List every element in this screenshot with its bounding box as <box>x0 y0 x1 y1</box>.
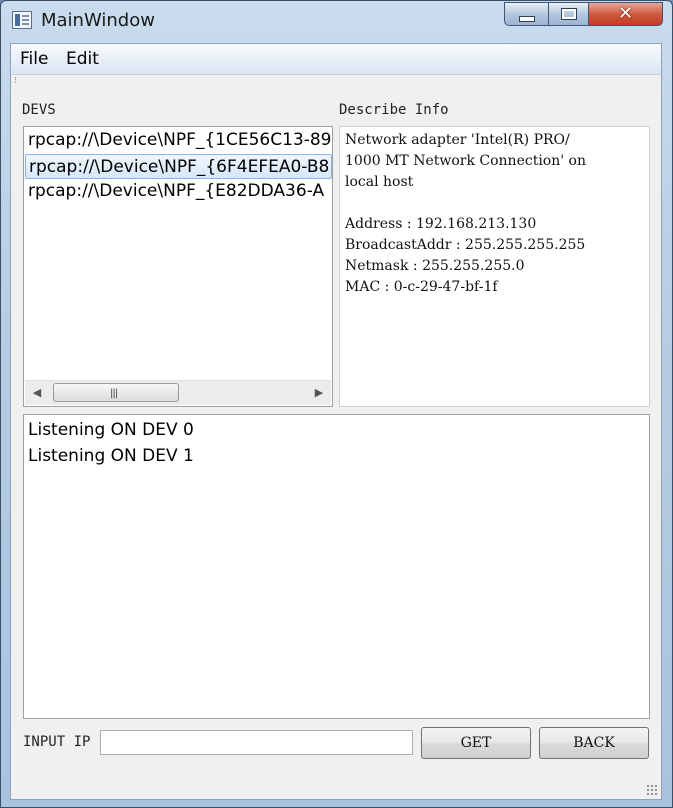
toolbar-grip-icon[interactable]: ⁝ <box>14 76 17 86</box>
device-list[interactable]: rpcap://\Device\NPF_{1CE56C13-89 rpcap:/… <box>23 126 333 407</box>
maximize-icon <box>560 8 577 20</box>
device-list-item[interactable]: rpcap://\Device\NPF_{E82DDA36-A <box>25 179 332 204</box>
info-line: 1000 MT Network Connection' on <box>345 153 586 169</box>
info-line: Network adapter 'Intel(R) PRO/ <box>345 132 570 148</box>
ip-input[interactable] <box>100 730 413 755</box>
describe-info-label: Describe Info <box>339 102 449 118</box>
resize-grip-icon[interactable] <box>646 784 658 796</box>
close-icon: ✕ <box>617 3 634 24</box>
scrollbar-thumb[interactable]: ||| <box>53 383 179 402</box>
grip-icon: ||| <box>110 388 118 399</box>
chevron-right-icon[interactable]: ▶ <box>311 385 327 401</box>
input-ip-label: INPUT IP <box>23 734 91 750</box>
window-title: MainWindow <box>41 10 155 31</box>
devs-label: DEVS <box>22 102 56 118</box>
info-line: BroadcastAddr : 255.255.255.255 <box>345 237 586 253</box>
info-line: MAC : 0-c-29-47-bf-1f <box>345 279 498 295</box>
log-line: Listening ON DEV 0 <box>28 420 194 440</box>
client-area: File Edit ⁝ DEVS Describe Info rpcap://\… <box>10 43 662 800</box>
info-line: Netmask : 255.255.255.0 <box>345 258 525 274</box>
chevron-left-icon[interactable]: ◀ <box>29 385 45 401</box>
log-output[interactable]: Listening ON DEV 0 Listening ON DEV 1 <box>23 414 650 719</box>
log-line: Listening ON DEV 1 <box>28 446 194 466</box>
horizontal-scrollbar[interactable]: ◀ ||| ▶ <box>25 380 331 405</box>
info-line: local host <box>345 174 414 190</box>
maximize-button[interactable] <box>548 2 589 26</box>
device-list-item-selected[interactable]: rpcap://\Device\NPF_{6F4EFEA0-B8 <box>25 154 332 179</box>
close-button[interactable]: ✕ <box>588 2 663 26</box>
menu-bar: File Edit <box>11 44 661 75</box>
minimize-button[interactable] <box>504 2 549 26</box>
minimize-icon <box>518 16 535 22</box>
menu-edit[interactable]: Edit <box>66 49 99 69</box>
title-bar[interactable]: MainWindow ✕ <box>1 1 672 41</box>
describe-info-text[interactable]: Network adapter 'Intel(R) PRO/ 1000 MT N… <box>339 126 650 407</box>
device-list-item[interactable]: rpcap://\Device\NPF_{1CE56C13-89 <box>25 128 332 153</box>
get-button[interactable]: GET <box>421 727 531 759</box>
back-button[interactable]: BACK <box>539 727 649 759</box>
menu-file[interactable]: File <box>20 49 48 69</box>
app-window-icon <box>12 11 32 29</box>
info-line: Address : 192.168.213.130 <box>345 216 537 232</box>
info-line <box>345 193 649 214</box>
main-window: MainWindow ✕ File Edit ⁝ DEVS Describe I… <box>0 0 673 808</box>
